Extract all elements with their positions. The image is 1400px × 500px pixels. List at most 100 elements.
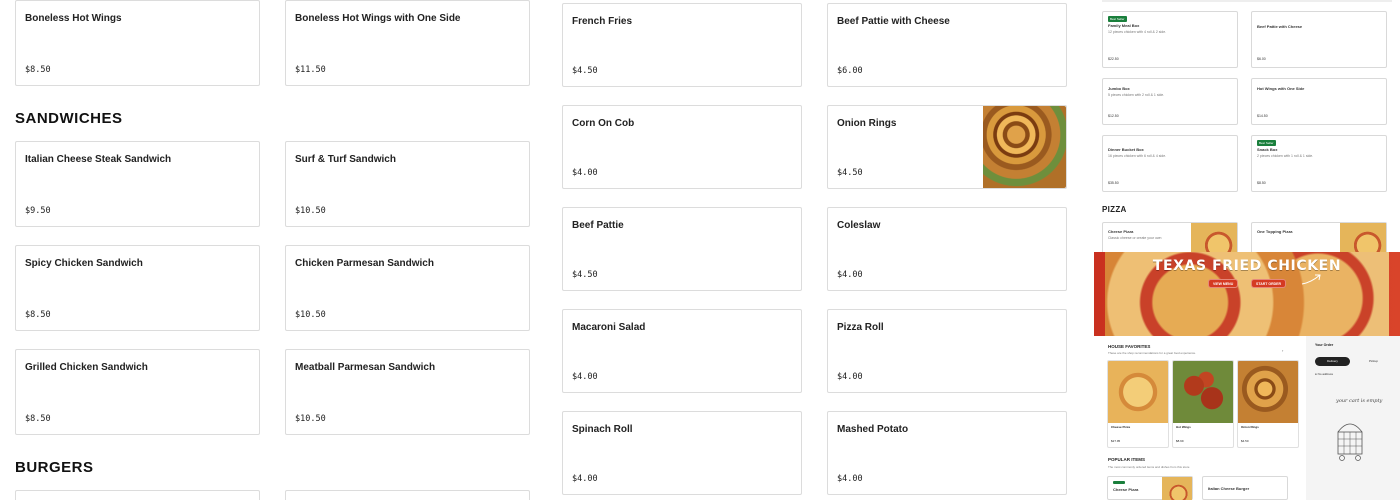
view-menu-button[interactable]: VIEW MENU bbox=[1208, 279, 1239, 288]
section-heading-sandwiches: SANDWICHES bbox=[15, 110, 123, 127]
menu-item-card[interactable]: French Fries $4.50 bbox=[562, 3, 802, 87]
onion-rings-photo bbox=[1238, 361, 1298, 423]
preview-card-price: $12.50 bbox=[1108, 114, 1119, 118]
favorite-item-title: Cheese Pizza bbox=[1111, 425, 1131, 429]
menu-item-price: $4.50 bbox=[837, 168, 863, 178]
preview-card-desc: 2 pieces chicken with 1 roll & 1 side. bbox=[1257, 154, 1314, 158]
preview-card-title: Beef Pattie with Cheese bbox=[1257, 24, 1303, 29]
menu-item-price: $6.00 bbox=[837, 66, 863, 76]
next-arrow-icon[interactable]: › bbox=[1282, 348, 1283, 353]
menu-item-price: $9.50 bbox=[25, 206, 51, 216]
preview-menu-card[interactable]: Best Seller Snack Box 2 pieces chicken w… bbox=[1251, 135, 1387, 192]
menu-item-card[interactable]: Spicy Chicken Sandwich $8.50 bbox=[15, 245, 260, 331]
preview-menu-card[interactable]: Jumbo Box 5 pieces chicken with 2 roll &… bbox=[1102, 78, 1238, 125]
preview-card-price: $8.50 bbox=[1257, 181, 1266, 185]
house-favorites-section: HOUSE FAVORITES These are the shop recom… bbox=[1094, 336, 1306, 500]
menu-item-card[interactable]: Macaroni Salad $4.00 bbox=[562, 309, 802, 393]
menu-item-name: Italian Cheese Steak Sandwich bbox=[25, 154, 172, 165]
preview-pizza-heading: PIZZA bbox=[1102, 205, 1127, 214]
favorite-item-card[interactable]: Onion Rings $4.50 bbox=[1237, 360, 1299, 448]
preview-menu-card[interactable]: Dinner Bucket Box 16 pieces chicken with… bbox=[1102, 135, 1238, 192]
menu-item-card[interactable]: Onion Rings $4.50 bbox=[827, 105, 1067, 189]
menu-item-price: $10.50 bbox=[295, 206, 326, 216]
empty-cart-illustration-icon bbox=[1337, 423, 1363, 461]
preview-pizza-card[interactable]: One Topping Pizza bbox=[1251, 222, 1387, 255]
order-panel: Your Order Delivery Pickup ● No address … bbox=[1306, 336, 1400, 500]
menu-item-card[interactable] bbox=[285, 490, 530, 500]
menu-item-price: $4.00 bbox=[837, 474, 863, 484]
menu-item-card[interactable]: Meatball Parmesan Sandwich $10.50 bbox=[285, 349, 530, 435]
house-favorites-subtitle: These are the shop recommendations for a… bbox=[1108, 351, 1197, 355]
menu-item-card[interactable]: Chicken Parmesan Sandwich $10.50 bbox=[285, 245, 530, 331]
menu-item-name: Coleslaw bbox=[837, 220, 881, 231]
menu-item-name: Spicy Chicken Sandwich bbox=[25, 258, 143, 269]
delivery-toggle[interactable]: Delivery bbox=[1315, 357, 1350, 366]
favorite-item-price: $4.50 bbox=[1241, 439, 1249, 443]
menu-item-card[interactable]: Surf & Turf Sandwich $10.50 bbox=[285, 141, 530, 227]
menu-item-card[interactable]: Beef Pattie $4.50 bbox=[562, 207, 802, 291]
best-seller-badge: Best Seller bbox=[1257, 140, 1276, 146]
menu-item-card[interactable]: Beef Pattie with Cheese $6.00 bbox=[827, 3, 1067, 87]
menu-item-name: Onion Rings bbox=[837, 118, 897, 129]
menu-item-name: Meatball Parmesan Sandwich bbox=[295, 362, 436, 373]
menu-item-price: $8.50 bbox=[25, 65, 51, 75]
favorite-item-title: Hot Wings bbox=[1176, 425, 1191, 429]
popular-items-subtitle: The most commonly ordered items and dish… bbox=[1108, 465, 1190, 469]
menu-item-name: Beef Pattie bbox=[572, 220, 624, 231]
menu-item-price: $10.50 bbox=[295, 414, 326, 424]
menu-item-card[interactable]: Mashed Potato $4.00 bbox=[827, 411, 1067, 495]
menu-item-price: $10.50 bbox=[295, 310, 326, 320]
preview-card-title: Dinner Bucket Box bbox=[1108, 147, 1144, 152]
favorite-item-card[interactable]: Hot Wings $8.99 bbox=[1172, 360, 1234, 448]
menu-item-card[interactable]: Italian Cheese Steak Sandwich $9.50 bbox=[15, 141, 260, 227]
arrow-doodle-icon bbox=[1301, 274, 1321, 285]
preview-menu-card[interactable]: Beef Pattie with Cheese $6.00 bbox=[1251, 11, 1387, 68]
start-order-button[interactable]: START ORDER bbox=[1251, 279, 1287, 288]
menu-item-price: $4.00 bbox=[572, 474, 598, 484]
pickup-toggle[interactable]: Pickup bbox=[1356, 357, 1391, 366]
preview-pizza-card[interactable]: Cheese Pizza Classic cheese or create yo… bbox=[1102, 222, 1238, 255]
menu-item-card[interactable]: Pizza Roll $4.00 bbox=[827, 309, 1067, 393]
menu-item-card[interactable]: Boneless Hot Wings with One Side $11.50 bbox=[285, 0, 530, 86]
popular-items-title: POPULAR ITEMS bbox=[1108, 457, 1146, 462]
menu-item-price: $4.00 bbox=[572, 372, 598, 382]
preview-card-title: Hot Wings with One Side bbox=[1257, 86, 1305, 91]
menu-item-price: $8.50 bbox=[25, 414, 51, 424]
preview-top-strip bbox=[1102, 0, 1392, 2]
menu-item-price: $4.00 bbox=[837, 372, 863, 382]
menu-item-card[interactable]: Grilled Chicken Sandwich $8.50 bbox=[15, 349, 260, 435]
menu-item-card[interactable]: Corn On Cob $4.00 bbox=[562, 105, 802, 189]
favorite-item-card[interactable]: Cheese Pizza $27.95 bbox=[1107, 360, 1169, 448]
order-address[interactable]: ● No address bbox=[1315, 372, 1333, 376]
menu-item-price: $4.00 bbox=[837, 270, 863, 280]
menu-item-name: French Fries bbox=[572, 16, 633, 27]
menu-item-name: Chicken Parmesan Sandwich bbox=[295, 258, 434, 269]
preview-card-title: Snack Box bbox=[1257, 147, 1278, 152]
preview-card-price: $14.50 bbox=[1257, 114, 1268, 118]
pizza-thumb bbox=[1191, 223, 1237, 255]
preview-card-price: $22.50 bbox=[1108, 57, 1119, 61]
menu-page: Boneless Hot Wings $8.50 Boneless Hot Wi… bbox=[0, 0, 1400, 500]
preview-menu-card[interactable]: Hot Wings with One Side $14.50 bbox=[1251, 78, 1387, 125]
preview-card-desc: 5 pieces chicken with 2 roll & 1 side. bbox=[1108, 93, 1165, 97]
menu-item-card[interactable]: Coleslaw $4.00 bbox=[827, 207, 1067, 291]
pizza-thumb bbox=[1162, 477, 1192, 500]
menu-item-name: Macaroni Salad bbox=[572, 322, 646, 333]
pizza-thumb bbox=[1340, 223, 1386, 255]
menu-item-price: $4.50 bbox=[572, 66, 598, 76]
popular-item-card[interactable]: Cheese Pizza bbox=[1107, 476, 1193, 500]
menu-item-card[interactable]: Boneless Hot Wings $8.50 bbox=[15, 0, 260, 86]
menu-item-price: $8.50 bbox=[25, 310, 51, 320]
house-favorites-title: HOUSE FAVORITES bbox=[1108, 344, 1151, 349]
menu-item-card[interactable]: Spinach Roll $4.00 bbox=[562, 411, 802, 495]
hero-title: TEXAS FRIED CHICKEN bbox=[1152, 258, 1342, 274]
menu-item-card[interactable] bbox=[15, 490, 260, 500]
menu-item-price: $11.50 bbox=[295, 65, 326, 75]
best-seller-badge bbox=[1113, 481, 1125, 484]
popular-item-card[interactable]: Italian Cheese Burger bbox=[1202, 476, 1288, 500]
menu-item-name: Boneless Hot Wings bbox=[25, 13, 122, 24]
favorite-item-title: Onion Rings bbox=[1241, 425, 1259, 429]
preview-menu-card[interactable]: Best Seller Family Meal Box 12 pieces ch… bbox=[1102, 11, 1238, 68]
preview-card-price: $35.50 bbox=[1108, 181, 1119, 185]
cheese-pizza-photo bbox=[1108, 361, 1168, 423]
